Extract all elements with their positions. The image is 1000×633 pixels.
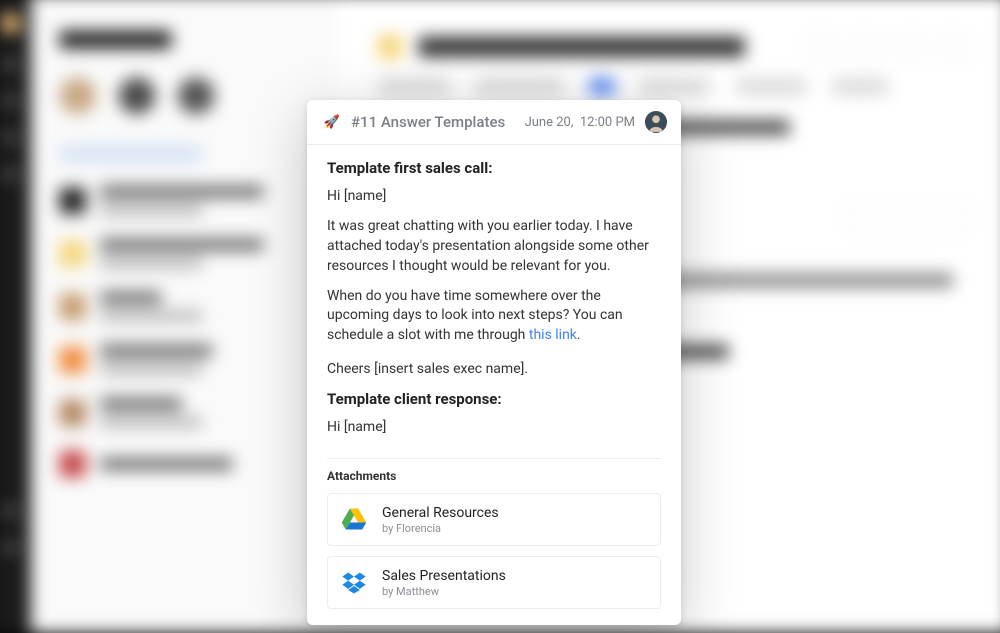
bg-icon-rail [0,0,31,633]
template-1-para1: It was great chatting with you earlier t… [327,217,661,277]
author-avatar[interactable] [645,111,667,133]
template-1-para2: When do you have time somewhere over the… [327,287,661,347]
card-title: #11 Answer Templates [351,113,515,131]
bg-sidebar [31,0,337,633]
rocket-icon: 🚀 [323,113,341,131]
task-card-modal: 🚀 #11 Answer Templates June 20, 12:00 PM… [307,100,681,625]
template-1-signoff: Cheers [insert sales exec name]. [327,360,661,380]
template-2-greeting: Hi [name] [327,418,661,438]
attachment-item[interactable]: General Resources by Florencia [327,493,661,546]
card-header: 🚀 #11 Answer Templates June 20, 12:00 PM [307,100,681,145]
template-1-greeting: Hi [name] [327,187,661,207]
schedule-link[interactable]: this link [529,327,577,343]
google-drive-icon [340,505,368,533]
attachment-title: Sales Presentations [382,567,506,585]
template-2-heading: Template client response: [327,390,661,408]
attachment-item[interactable]: Sales Presentations by Matthew [327,556,661,609]
template-1-heading: Template first sales call: [327,159,661,177]
attachment-byline: by Florencia [382,522,499,535]
attachments-label: Attachments [327,469,661,483]
dropbox-icon [340,569,368,597]
attachment-byline: by Matthew [382,585,506,598]
card-date: June 20, 12:00 PM [525,115,635,130]
attachment-title: General Resources [382,504,499,522]
attachments-section: Attachments General Resources by Florenc… [307,459,681,625]
card-body: Template first sales call: Hi [name] It … [307,145,681,452]
